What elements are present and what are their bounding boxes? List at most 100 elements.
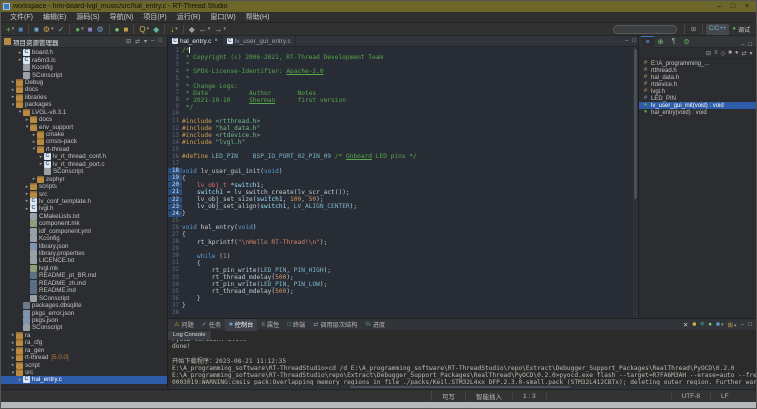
clean-icon[interactable]: ✓ [56,24,67,35]
line-number[interactable]: 29 [168,246,182,252]
code-line[interactable]: 14 #include "lvgl.h" [168,139,638,146]
save-all-icon[interactable]: ■ [32,24,41,35]
word-wrap-icon[interactable]: ≡ [698,321,706,328]
line-number[interactable]: 21 [168,189,182,196]
tree-item[interactable]: pkgs_error.json [1,309,167,317]
log-console-tab[interactable]: Log Console [168,331,211,340]
line-number[interactable]: 3 [168,62,182,68]
maximize-icon[interactable]: □ [630,38,638,44]
tree-item[interactable]: ▸ docs [1,86,167,94]
line-number[interactable]: 19 [168,175,182,182]
minimize-icon[interactable]: – [738,321,746,328]
tree-item[interactable]: SConscript [1,324,167,332]
build-icon[interactable]: ⚙ ▾ [41,24,56,35]
collapse-all-icon[interactable]: ⊟ [705,50,713,57]
line-number[interactable]: 31 [168,260,182,266]
debug-config-icon[interactable]: ● ▾ [73,24,85,35]
outline-item[interactable]: # LED_PIN [639,95,756,102]
outline-list[interactable]: # E:\A_programming_... # rtthread.h # hal_dat… [639,59,756,318]
outline-item[interactable]: # rtdevice.h [639,81,756,88]
menu-item[interactable]: 编辑(E) [38,12,71,22]
tree-item[interactable]: ▸ cmake [1,131,167,139]
line-number[interactable]: 5 [168,76,182,82]
tree-item[interactable]: packages.dbsqlite [1,302,167,310]
code-line[interactable]: 33 rt_thread_mdelay(500); [168,274,638,281]
code-line[interactable]: 9 */ [168,104,638,111]
console-view-tab[interactable]: ■ 控制台 [225,318,258,331]
tree-item[interactable]: SConscript [1,71,167,79]
tree-item[interactable]: README.md [1,287,167,295]
line-number[interactable]: 27 [168,232,182,238]
quick-access-search-input[interactable] [612,24,677,34]
console-hscrollbar[interactable] [170,385,754,389]
code-line[interactable]: 36 } [168,295,638,302]
build-targets-tab-icon[interactable]: ⊕ [654,36,667,48]
maximize-icon[interactable]: □ [746,321,754,328]
pin-icon[interactable]: ◆ [187,24,197,35]
open-element-icon[interactable]: ■ [121,24,130,35]
tree-item[interactable]: idf_component.yml [1,227,167,235]
hide-static-icon[interactable]: ■ [727,50,734,56]
link-editor-icon[interactable]: ⇄ [740,50,748,57]
scroll-lock-icon[interactable]: ■ [690,321,698,328]
close-button[interactable]: × [740,2,754,11]
hide-fields-icon[interactable]: ◇ [719,50,727,57]
new-wizard-icon[interactable]: + ▾ [4,24,16,35]
console-view-tab[interactable]: % 进度 [361,319,389,331]
terminal-icon[interactable]: ■ [86,24,95,35]
line-number[interactable]: 4 [168,69,182,75]
code-line[interactable]: 2 * Copyright (c) 2006-2021, RT-Thread D… [168,54,638,61]
line-number[interactable]: 23 [168,203,182,210]
view-menu-icon[interactable]: ▾ [142,38,149,45]
menu-item[interactable]: 项目(P) [138,12,171,22]
code-line[interactable]: 10 [168,111,638,118]
tree-item[interactable]: ▸ libraries [1,93,167,101]
editor-tab[interactable]: Clv_user_gui_entry.c [223,35,296,47]
save-icon[interactable]: ■ [16,24,25,35]
line-number[interactable]: 34 [168,282,182,288]
code-line[interactable]: 23 lv_obj_set_align(switch1, LV_ALIGN_CE… [168,203,638,210]
line-number[interactable]: 37 [168,303,182,309]
settings-tab-icon[interactable]: ⚙ [680,36,693,48]
line-number[interactable]: 35 [168,289,182,295]
code-line[interactable]: 30 while (1) [168,253,638,260]
console-view-tab[interactable]: ≡ 属性 [257,319,283,331]
tree-item[interactable]: pkgs.json [1,316,167,324]
line-number[interactable]: 6 [168,83,182,89]
code-line[interactable]: 1/* [168,47,638,54]
maximize-icon[interactable]: □ [746,42,754,48]
close-icon[interactable]: × [214,38,218,44]
line-number[interactable]: 26 [168,225,182,231]
line-number[interactable]: 14 [168,140,182,146]
code-line[interactable]: 8 * 2021-10-10 Sherman first version [168,97,638,104]
tree-item[interactable]: ▸ script [1,361,167,369]
outline-item[interactable]: # E:\A_programming_... [639,60,756,67]
tree-item[interactable]: lvgl.mk [1,264,167,272]
bookmark-icon[interactable]: ◆ [151,24,161,35]
tree-item[interactable]: SConscript [1,294,167,302]
line-number[interactable]: 36 [168,296,182,302]
code-line[interactable]: 27{ [168,231,638,238]
line-number[interactable]: 33 [168,275,182,281]
code-line[interactable]: 18 void lv_user_gui_init(void) [168,168,638,175]
code-line[interactable]: 17 [168,161,638,168]
code-line[interactable]: 20 lv_obj_t *switch1; [168,182,638,189]
line-number[interactable]: 8 [168,97,182,103]
minimize-button[interactable]: – [712,2,726,11]
maximize-button[interactable]: □ [726,2,740,11]
line-number[interactable]: 38 [168,310,182,316]
line-number[interactable]: 18 [168,168,182,175]
code-line[interactable]: 21 switch1 = lv_switch_create(lv_scr_act… [168,189,638,196]
outline-tab-icon[interactable]: ≡ [641,35,654,48]
link-editor-icon[interactable]: ⇄ [133,38,142,45]
console-output[interactable]: PyOCD Version: 3.5.0done! 开始下载程序：2023-08… [168,340,756,385]
code-line[interactable]: 15 [168,146,638,153]
code-line[interactable]: 4 * SPDX-License-Identifier: Apache-2.0 [168,68,638,75]
line-number[interactable]: 30 [168,253,182,259]
code-editor[interactable]: 1/* 2 * Copyright (c) 2006-2021, RT-Threa… [168,47,638,318]
code-line[interactable]: 25 [168,217,638,224]
tree-item[interactable]: README_zh.md [1,279,167,287]
line-number[interactable]: 25 [168,218,182,224]
code-line[interactable]: 5 * [168,75,638,82]
line-number[interactable]: 9 [168,104,182,110]
